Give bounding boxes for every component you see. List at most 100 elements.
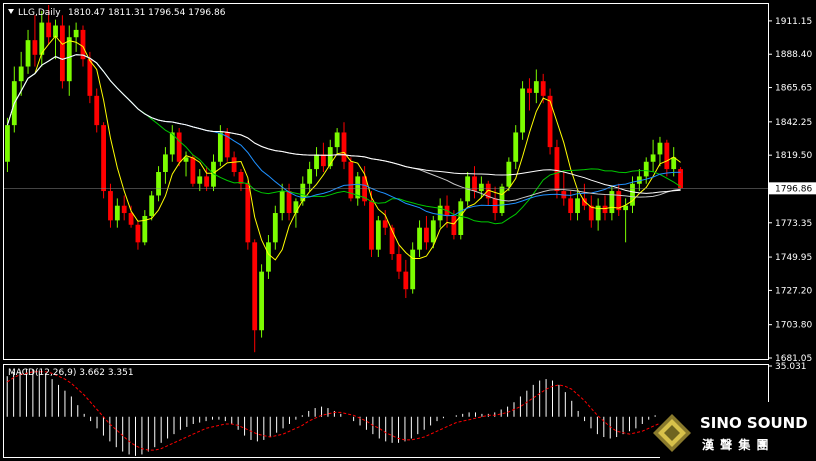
candle-body (533, 81, 539, 93)
candle (437, 198, 443, 228)
price-tick-label: 1749.95 (775, 253, 812, 263)
candle-body (5, 125, 10, 162)
chart-header[interactable]: LLG,Daily 1810.47 1811.31 1796.54 1796.8… (8, 8, 226, 18)
candle (18, 51, 24, 96)
candle (307, 161, 313, 192)
candle-body (259, 271, 264, 331)
candle (527, 78, 532, 111)
candle (231, 151, 237, 177)
candle (135, 220, 141, 250)
dropdown-triangle-icon[interactable] (8, 9, 14, 14)
candle-body (430, 220, 436, 243)
candle (657, 136, 663, 167)
candle-body (73, 29, 79, 38)
candle-body (135, 224, 141, 243)
candle-body (25, 40, 31, 67)
candle (121, 195, 127, 221)
candle (94, 88, 100, 133)
candle (314, 147, 319, 177)
candle (286, 183, 292, 221)
candle (664, 139, 670, 177)
candle-body (520, 88, 525, 133)
candle-body (547, 95, 553, 148)
candle-body (94, 95, 100, 126)
candle-body (101, 125, 106, 192)
candle (163, 147, 168, 184)
logo-chinese-text: 漢 聲 集 團 (702, 437, 770, 452)
candle-body (650, 154, 656, 162)
candle (66, 25, 72, 96)
price-axis: 1911.15 1888.40 1865.65 1842.25 1819.50 1796.… (4, 17, 816, 364)
price-panel-border (3, 3, 769, 360)
candle (472, 166, 477, 199)
candle (59, 15, 65, 89)
candle (176, 128, 182, 167)
candle-body (575, 198, 580, 214)
candle-body (424, 227, 429, 243)
candle-body (66, 37, 72, 82)
candle (259, 264, 264, 338)
candle-body (320, 154, 326, 167)
candles-group (5, 5, 683, 353)
candle-body (307, 169, 313, 184)
price-tick-label: 1703.80 (775, 321, 812, 331)
candle-body (190, 157, 196, 184)
candle (142, 210, 148, 246)
sino-sound-logo: SINO SOUND 漢 聲 集 團 (653, 402, 816, 461)
candle-body (369, 201, 374, 250)
candle (25, 29, 31, 74)
ohlc-values: 1810.47 1811.31 1796.54 1796.86 (68, 8, 226, 18)
candle (430, 215, 436, 249)
candle (272, 205, 278, 250)
candle (424, 215, 429, 250)
candle-body (554, 147, 560, 192)
candle-body (451, 215, 457, 236)
candle (197, 169, 203, 192)
candle (238, 169, 244, 192)
candle-body (59, 25, 65, 82)
candle-body (128, 213, 134, 225)
candle-body (279, 191, 285, 214)
candle-body (197, 176, 203, 184)
candle-body (286, 191, 292, 214)
candle (245, 180, 251, 250)
candle (588, 195, 594, 228)
candle (458, 198, 464, 240)
candle-body (245, 183, 251, 243)
candle-body (266, 242, 271, 272)
candle (547, 88, 553, 155)
candle-body (252, 242, 258, 331)
candle (410, 242, 416, 294)
candle (575, 191, 580, 221)
candle-body (540, 81, 546, 96)
macd-panel-border (3, 364, 769, 458)
candle (156, 166, 161, 202)
candle-body (114, 205, 120, 221)
candle (224, 128, 230, 162)
candle-body (217, 132, 223, 162)
candle-body (121, 205, 127, 214)
price-tick-label: 1842.25 (775, 118, 812, 128)
price-tick-label: 1773.35 (775, 219, 812, 229)
candle-body (478, 183, 484, 192)
symbol-label: LLG,Daily (18, 8, 61, 18)
candle-body (272, 213, 278, 243)
candle-body (506, 161, 512, 187)
candle (128, 205, 134, 228)
candle-body (108, 191, 113, 221)
candle-body (39, 22, 45, 55)
candle (520, 81, 525, 140)
candle-body (527, 88, 532, 93)
price-tick-label: 1727.20 (775, 286, 812, 296)
candle (348, 157, 354, 202)
price-tick-label: 1819.50 (775, 151, 812, 161)
candle-body (18, 66, 24, 82)
candle-body (375, 220, 381, 250)
candle-body (231, 157, 237, 173)
candle (252, 239, 258, 353)
candle (320, 142, 326, 173)
candle-body (341, 132, 347, 162)
logo-brand-text: SINO SOUND (700, 414, 808, 432)
candle-body (513, 132, 519, 162)
candle (417, 220, 422, 257)
